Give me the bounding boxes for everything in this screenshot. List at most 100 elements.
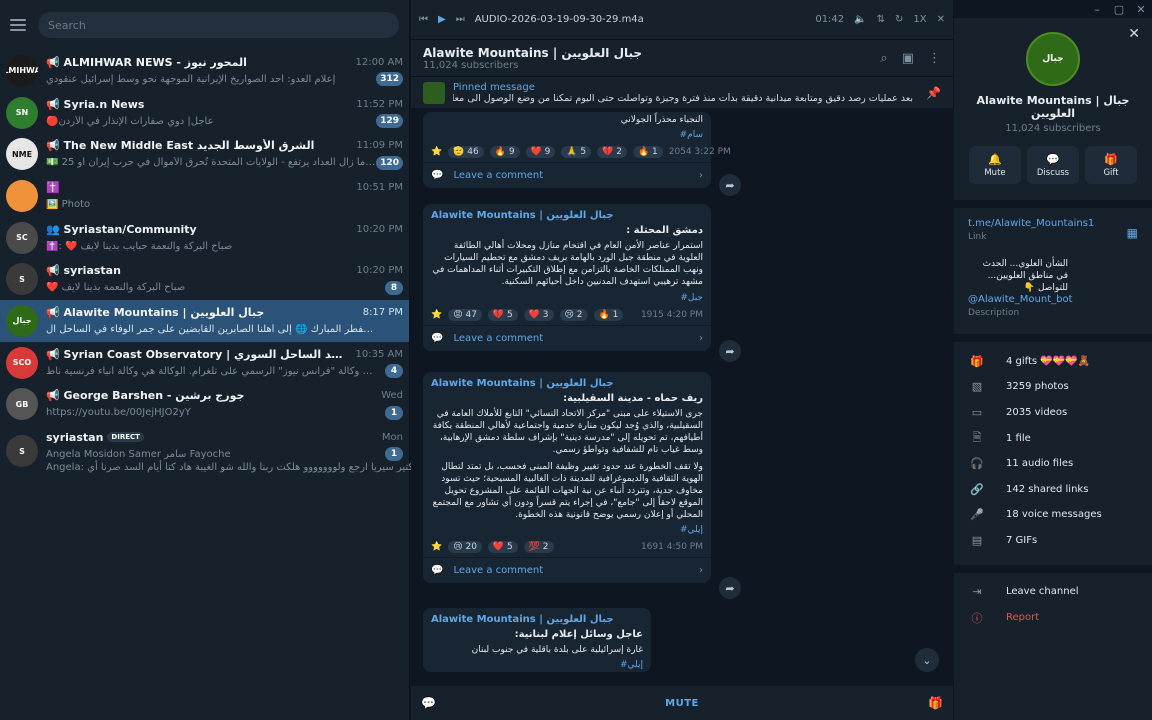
reaction[interactable]: 🙏 5 [561,146,592,159]
search-icon[interactable]: ⌕ [880,51,887,66]
minimize-button[interactable]: – [1086,0,1108,18]
gift-icon[interactable]: 🎁 [928,696,943,710]
hamburger-menu-icon[interactable] [10,19,26,31]
gif-icon: ▤ [971,533,983,547]
chat-list-item[interactable]: ✝️ 10:51 PM 🖼️ Photo [0,175,409,217]
stat-gifts[interactable]: 🎁 4 gifts 💝💝💝🧸 [954,348,1152,374]
next-track-icon[interactable]: ⏭ [456,14,465,25]
message-source[interactable]: Alawite Mountains | جبال العلويين [423,372,711,391]
order-icon[interactable]: ⇅ [877,14,885,25]
reaction[interactable]: 💔 5 [487,308,518,321]
leave-comment-button[interactable]: 💬 Leave a comment › [423,557,711,583]
reaction[interactable]: 😢 20 [448,541,482,554]
stat-label: 1 file [1006,432,1031,444]
scroll-down-button[interactable]: ⌄ [915,648,939,672]
close-icon[interactable]: ✕ [1128,26,1140,42]
chat-header[interactable]: Alawite Mountains | جبال العلويين 11,024… [411,40,953,76]
track-name[interactable]: AUDIO-2026-03-19-09-30-29.m4a [475,14,644,25]
reaction[interactable]: 🔥 9 [489,146,520,159]
stat-files[interactable]: 🗎 1 file [954,425,1152,451]
share-icon[interactable]: ➦ [719,577,741,599]
comment-icon: 💬 [431,170,444,182]
close-player-icon[interactable]: ✕ [937,14,945,25]
volume-icon[interactable]: 🔈 [854,14,866,25]
discuss-icon[interactable]: 💬 [421,696,436,710]
reaction[interactable]: 💯 2 [523,541,554,554]
reaction[interactable]: ❤️ 3 [523,308,554,321]
reaction[interactable]: ❤️ 5 [487,541,518,554]
message-hashtag[interactable]: #جبل [423,291,711,305]
search-input[interactable]: Search [38,12,399,38]
play-icon[interactable]: ▶ [438,14,446,25]
pinned-message-bar[interactable]: Pinned message بعد عمليات رصد دقيق ومتاب… [411,76,953,108]
prev-track-icon[interactable]: ⏮ [419,14,428,25]
star-icon[interactable]: ⭐ [431,310,442,320]
stat-photos[interactable]: ▧ 3259 photos [954,374,1152,400]
stat-gifs[interactable]: ▤ 7 GIFs [954,528,1152,554]
reaction[interactable]: 🔥 1 [593,308,624,321]
message-feed: النجباء محذراً الجولاني #سام ⭐ 🫡 46 🔥 9 … [411,112,953,686]
share-icon[interactable]: ➦ [719,340,741,362]
message-hashtag[interactable]: #سام [423,128,711,142]
message-bubble: النجباء محذراً الجولاني #سام ⭐ 🫡 46 🔥 9 … [423,112,731,189]
chat-list-item[interactable]: SC 👥 Syriastan/Community 10:20 PM ✝️: ❤️ صب… [0,217,409,259]
reaction[interactable]: 😡 47 [448,308,482,321]
leave-icon: ⇥ [972,585,982,599]
stat-audio[interactable]: 🎧 11 audio files [954,451,1152,477]
channel-link[interactable]: t.me/Alawite_Mountains1 [968,218,1138,229]
report-button[interactable]: ⓘ Report [954,605,1152,631]
leave-comment-button[interactable]: 💬 Leave a comment › [423,324,711,351]
chat-name: 📢 ALMIHWAR NEWS - المحور نيوز [46,55,247,69]
leave-comment-button[interactable]: 💬 Leave a comment › [423,162,711,188]
qr-code-icon[interactable]: ▦ [1127,226,1138,240]
discuss-action-button[interactable]: 💬 Discuss [1027,146,1079,184]
chat-list-item[interactable]: SN 📢 Syria.n News 11:52 PM 🔴عاجل| دوي صفارا… [0,92,409,134]
chat-preview-2: Angela: اشتقنا لك كتير سيريا ارجع ولوووو… [46,462,466,474]
chat-list-item[interactable]: ALMIHWAR 📢 ALMIHWAR NEWS - المحور نيوز 12:… [0,50,409,92]
star-icon[interactable]: ⭐ [431,542,442,552]
message-hashtag[interactable]: #إيلي [423,523,711,537]
chat-list-item[interactable]: جبال 📢 Alawite Mountains | جبال العلويين 8… [0,300,409,342]
bot-link[interactable]: @Alawite_Mount_bot [968,294,1138,305]
channel-description: الشأن العلوي... الحدث في مناطق العلويين.… [982,259,1068,294]
speed-button[interactable]: 1X [913,14,926,25]
gift-action-button[interactable]: 🎁 Gift [1085,146,1137,184]
unread-badge: 4 [385,364,403,379]
mute-action-button[interactable]: 🔔 Mute [969,146,1021,184]
star-icon[interactable]: ⭐ [431,147,442,157]
chat-preview: تدعوكم للانضمام إلى حساب وكالة "فرانس ني… [46,365,376,377]
avatar: GB [6,388,38,421]
channel-avatar[interactable]: جبال [1026,32,1080,86]
reaction[interactable]: 🔥 1 [632,146,663,159]
chevron-right-icon: › [699,170,703,182]
more-icon[interactable]: ⋮ [928,51,941,66]
chat-list-item[interactable]: Ssyriastan DIRECT Mon Angela Mosidon Samer … [0,425,466,477]
stat-videos[interactable]: ▭ 2035 videos [954,400,1152,426]
repeat-icon[interactable]: ↻ [895,14,903,25]
message-hashtag[interactable]: #إيلي [423,658,651,672]
reaction[interactable]: 💔 2 [597,146,627,159]
chat-list-item[interactable]: S 📢 syriastan 10:20 PM ❤️ صباح البركة والنع… [0,258,409,300]
chat-preview: Angela Mosidon Samer سامر Fayoche [46,448,231,460]
close-window-button[interactable]: ✕ [1130,0,1152,18]
reaction[interactable]: 😢 2 [559,308,588,321]
share-icon[interactable]: ➦ [719,174,741,196]
leave-channel-button[interactable]: ⇥ Leave channel [954,579,1152,605]
stat-links[interactable]: 🔗 142 shared links [954,476,1152,502]
chat-name: 📢 Alawite Mountains | جبال العلويين [46,305,265,319]
mute-button[interactable]: MUTE [665,698,699,709]
maximize-button[interactable]: ▢ [1108,0,1130,18]
chat-list-item[interactable]: NME 📢 The New Middle East الشرق الأوسط ال… [0,133,409,175]
sidebar-toggle-icon[interactable]: ▣ [902,51,914,66]
reaction[interactable]: 🫡 46 [448,146,484,159]
divider [954,200,1152,208]
pin-list-icon[interactable]: 📌 [926,86,941,100]
chat-list-item[interactable]: GB 📢 George Barshen - جورج برشين Wed https:… [0,384,409,426]
chat-list-item[interactable]: SCO 📢 Syrian Coast Observatory | مرصد الس… [0,342,409,384]
stat-voice[interactable]: 🎤 18 voice messages [954,502,1152,528]
message-time: 3:22 PM [694,147,731,158]
message-source[interactable]: Alawite Mountains | جبال العلويين [423,204,711,223]
message-source[interactable]: Alawite Mountains | جبال العلويين [423,608,651,627]
stat-label: 7 GIFs [1006,534,1038,546]
reaction[interactable]: ❤️ 9 [525,146,556,159]
